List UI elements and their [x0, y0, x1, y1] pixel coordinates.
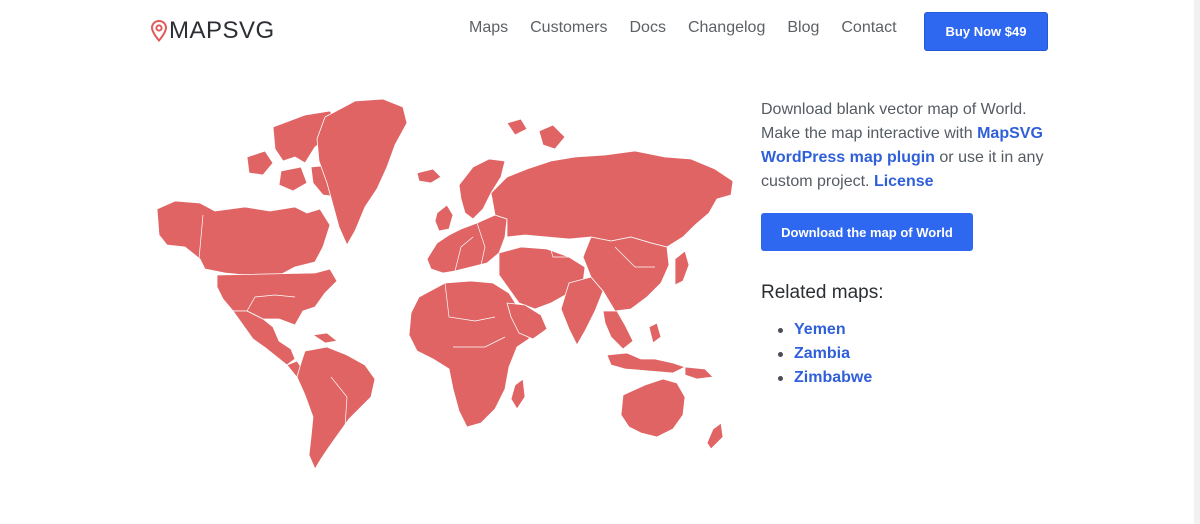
related-map-zambia[interactable]: Zambia — [794, 342, 850, 366]
buy-now-button[interactable]: Buy Now $49 — [924, 12, 1048, 51]
download-map-button[interactable]: Download the map of World — [761, 213, 973, 251]
region-iceland — [416, 168, 442, 184]
region-arctic-islands-3 — [278, 166, 308, 192]
site-header: MAPSVG Maps Customers Docs Changelog Blo… — [0, 0, 1200, 62]
region-madagascar — [510, 378, 526, 410]
region-new-zealand — [706, 422, 724, 450]
region-svalbard — [506, 118, 528, 136]
nav-docs[interactable]: Docs — [629, 19, 665, 37]
related-map-item: Yemen — [778, 318, 872, 342]
region-africa — [408, 280, 532, 428]
nav-blog[interactable]: Blog — [787, 19, 819, 37]
map-description: Download blank vector map of World. Make… — [761, 98, 1061, 194]
related-map-yemen[interactable]: Yemen — [794, 318, 846, 342]
main-nav: Maps Customers Docs Changelog Blog Conta… — [458, 19, 908, 37]
map-pin-icon — [151, 20, 167, 42]
region-australia — [620, 378, 686, 438]
region-greenland — [316, 98, 408, 246]
region-russia — [490, 150, 734, 248]
region-southeast-asia — [602, 310, 634, 350]
related-map-zimbabwe[interactable]: Zimbabwe — [794, 366, 872, 390]
license-link[interactable]: License — [874, 173, 934, 190]
region-usa — [216, 268, 338, 326]
region-arctic-islands-2 — [246, 150, 274, 176]
region-papua — [684, 366, 714, 380]
page-scrollbar[interactable] — [1194, 0, 1200, 524]
related-maps-list: Yemen Zambia Zimbabwe — [778, 318, 872, 390]
region-caribbean — [312, 332, 338, 344]
region-uk — [434, 204, 454, 232]
bullet-icon — [778, 375, 783, 381]
region-north-america-north — [156, 200, 331, 276]
region-india — [560, 276, 604, 346]
region-south-america — [296, 346, 376, 470]
region-indonesia — [606, 352, 686, 374]
region-novaya-zemlya — [538, 124, 566, 150]
logo[interactable]: MAPSVG — [151, 17, 275, 45]
region-philippines — [648, 322, 662, 344]
related-map-item: Zimbabwe — [778, 366, 872, 390]
world-map-svg — [156, 98, 734, 470]
logo-text: MAPSVG — [169, 17, 275, 44]
related-maps-title: Related maps: — [761, 282, 884, 303]
nav-maps[interactable]: Maps — [469, 19, 508, 37]
nav-changelog[interactable]: Changelog — [688, 19, 765, 37]
related-map-item: Zambia — [778, 342, 872, 366]
region-japan — [674, 250, 690, 286]
nav-contact[interactable]: Contact — [841, 19, 896, 37]
bullet-icon — [778, 351, 783, 357]
bullet-icon — [778, 327, 783, 333]
world-map[interactable] — [155, 97, 745, 477]
nav-customers[interactable]: Customers — [530, 19, 607, 37]
